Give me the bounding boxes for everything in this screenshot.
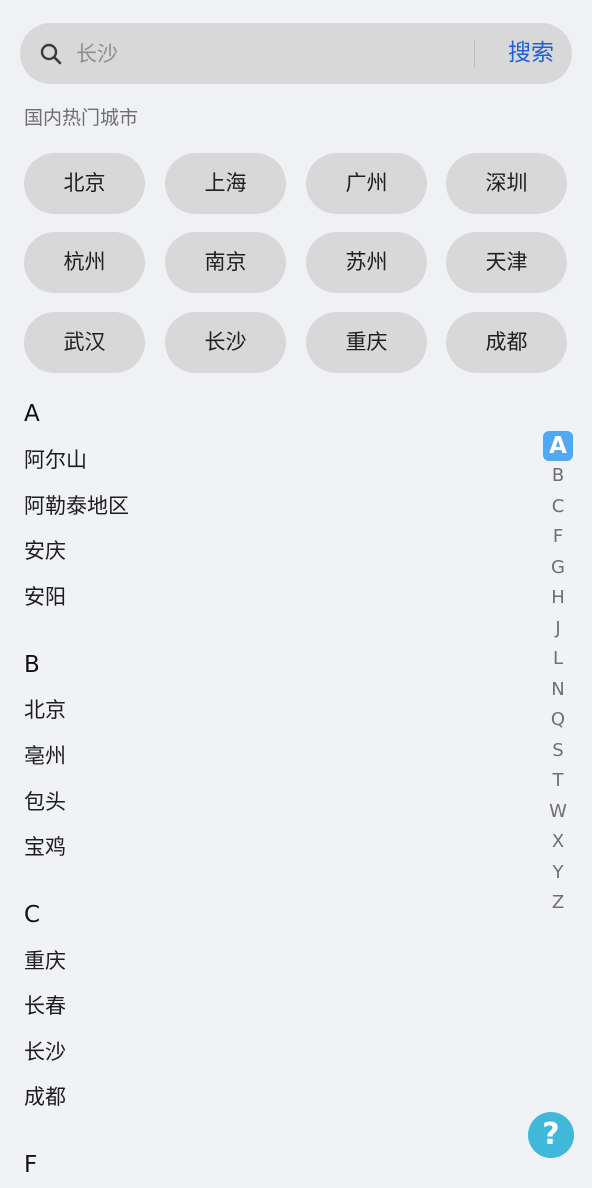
- hot-city-button[interactable]: 北京: [24, 153, 145, 214]
- city-list-item[interactable]: 亳州: [24, 741, 66, 771]
- index-letter-h[interactable]: H: [543, 583, 573, 613]
- index-letter-f[interactable]: F: [543, 522, 573, 552]
- help-button[interactable]: ?: [528, 1112, 574, 1158]
- search-button[interactable]: 搜索: [494, 23, 568, 84]
- search-input[interactable]: [76, 23, 456, 84]
- search-divider: [474, 41, 475, 67]
- index-letter-x[interactable]: X: [543, 827, 573, 857]
- hot-city-button[interactable]: 上海: [165, 153, 286, 214]
- index-letter-t[interactable]: T: [543, 766, 573, 796]
- search-icon: [39, 42, 63, 66]
- letter-header-a: A: [24, 401, 40, 427]
- city-list-item[interactable]: 长沙: [24, 1037, 66, 1067]
- index-letter-a[interactable]: A: [543, 431, 573, 461]
- hot-city-button[interactable]: 广州: [306, 153, 427, 214]
- hot-city-button[interactable]: 天津: [446, 232, 567, 293]
- letter-header-c: C: [24, 902, 41, 928]
- index-letter-y[interactable]: Y: [543, 858, 573, 888]
- letter-header-f: F: [24, 1152, 38, 1178]
- index-letter-s[interactable]: S: [543, 736, 573, 766]
- index-letter-w[interactable]: W: [543, 797, 573, 827]
- hot-city-button[interactable]: 武汉: [24, 312, 145, 373]
- city-list-item[interactable]: 成都: [24, 1082, 66, 1112]
- city-list-item[interactable]: 包头: [24, 787, 66, 817]
- search-bar: 搜索: [20, 23, 572, 84]
- hot-city-button[interactable]: 苏州: [306, 232, 427, 293]
- city-list-item[interactable]: 阿尔山: [24, 445, 87, 475]
- hot-city-button[interactable]: 成都: [446, 312, 567, 373]
- index-letter-j[interactable]: J: [543, 614, 573, 644]
- city-list-item[interactable]: 宝鸡: [24, 832, 66, 862]
- index-letter-n[interactable]: N: [543, 675, 573, 705]
- hot-city-button[interactable]: 重庆: [306, 312, 427, 373]
- hot-city-button[interactable]: 长沙: [165, 312, 286, 373]
- hot-city-button[interactable]: 南京: [165, 232, 286, 293]
- city-list-item[interactable]: 阿勒泰地区: [24, 491, 129, 521]
- city-list-item[interactable]: 重庆: [24, 946, 66, 976]
- hot-cities-title: 国内热门城市: [24, 107, 139, 129]
- index-letter-c[interactable]: C: [543, 492, 573, 522]
- city-list-item[interactable]: 安阳: [24, 582, 66, 612]
- city-list-item[interactable]: 长春: [24, 991, 66, 1021]
- city-list-item[interactable]: 北京: [24, 695, 66, 725]
- index-letter-g[interactable]: G: [543, 553, 573, 583]
- hot-city-button[interactable]: 杭州: [24, 232, 145, 293]
- city-list-item[interactable]: 安庆: [24, 536, 66, 566]
- hot-city-button[interactable]: 深圳: [446, 153, 567, 214]
- index-letter-b[interactable]: B: [543, 461, 573, 491]
- index-letter-z[interactable]: Z: [543, 888, 573, 918]
- index-letter-l[interactable]: L: [543, 644, 573, 674]
- index-letter-q[interactable]: Q: [543, 705, 573, 735]
- letter-header-b: B: [24, 652, 40, 678]
